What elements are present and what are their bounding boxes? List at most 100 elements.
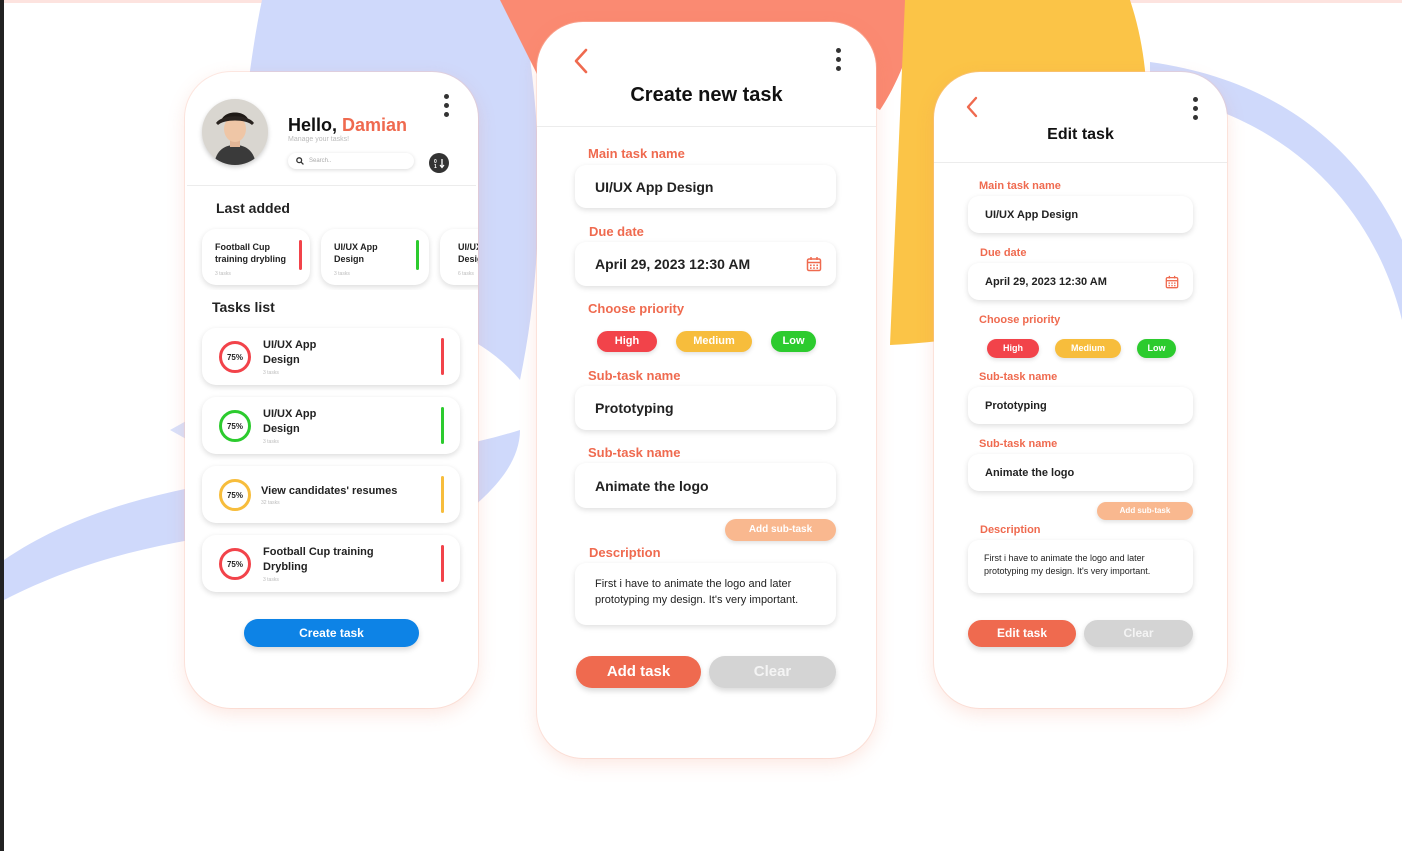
main-task-value: UI/UX App Design	[985, 208, 1079, 221]
sub-task-value: Animate the logo	[985, 466, 1075, 479]
task-row[interactable]: 75% UI/UX App Design 3 tasks	[202, 397, 460, 454]
task-row[interactable]: 75% Football Cup training Drybling 3 tas…	[202, 535, 460, 592]
priority-label: Choose priority	[588, 301, 685, 316]
task-priority-bar	[441, 407, 444, 444]
greeting-subtitle: Manage your tasks!	[288, 136, 350, 143]
page-title: Create new task	[630, 84, 783, 106]
sort-icon: 01	[434, 159, 445, 169]
home-screen: Hello, Damian Manage your tasks! Search.…	[185, 72, 478, 708]
create-task-screen: Create new task Main task name UI/UX App…	[537, 22, 876, 758]
last-added-card[interactable]: Football Cup training drybling 3 tasks	[202, 229, 310, 285]
sub-task-label: Sub-task name	[588, 445, 681, 460]
last-added-list: Football Cup training drybling 3 tasks U…	[185, 226, 478, 290]
task-count: 32 tasks	[261, 500, 280, 506]
create-task-button[interactable]: Create task	[244, 619, 419, 647]
card-title: UI/UX App Design	[334, 242, 378, 265]
sub-task-label: Sub-task name	[979, 438, 1058, 450]
due-date-field[interactable]: April 29, 2023 12:30 AM	[968, 263, 1193, 300]
sub-task-label: Sub-task name	[588, 368, 681, 383]
priority-label: Choose priority	[979, 314, 1061, 326]
search-placeholder: Search..	[309, 158, 332, 164]
priority-low-pill[interactable]: Low	[1137, 339, 1176, 358]
card-count: 6 tasks	[458, 271, 474, 277]
sort-button[interactable]: 01	[429, 153, 449, 173]
menu-kebab-icon[interactable]	[1193, 97, 1198, 120]
card-priority-bar	[416, 240, 419, 270]
task-count: 3 tasks	[263, 577, 279, 583]
task-row[interactable]: 75% UI/UX App Design 3 tasks	[202, 328, 460, 385]
sub-task-field[interactable]: Prototyping	[575, 386, 836, 430]
sub-task-value: Prototyping	[595, 400, 674, 416]
description-field[interactable]: First i have to animate the logo and lat…	[968, 540, 1193, 593]
avatar[interactable]	[202, 99, 268, 165]
greeting-text: Hello,	[288, 115, 338, 135]
edit-task-screen: Edit task Main task name UI/UX App Desig…	[934, 72, 1227, 708]
task-priority-bar	[441, 545, 444, 582]
last-added-card[interactable]: UI/UX App Design 3 tasks	[321, 229, 429, 285]
description-field[interactable]: First i have to animate the logo and lat…	[575, 563, 836, 625]
due-date-label: Due date	[980, 247, 1027, 259]
add-sub-task-button[interactable]: Add sub-task	[725, 519, 836, 541]
sub-task-field[interactable]: Prototyping	[968, 387, 1193, 424]
main-task-field[interactable]: UI/UX App Design	[968, 196, 1193, 233]
card-count: 3 tasks	[215, 271, 231, 277]
menu-kebab-icon[interactable]	[836, 48, 841, 71]
back-arrow-icon[interactable]	[573, 48, 589, 74]
description-value: First i have to animate the logo and lat…	[984, 553, 1151, 577]
task-priority-bar	[441, 476, 444, 513]
progress-ring: 75%	[219, 410, 251, 442]
card-title: Football Cup training drybling	[215, 242, 286, 265]
header-divider	[187, 185, 476, 186]
task-count: 3 tasks	[263, 439, 279, 445]
svg-text:1: 1	[434, 164, 437, 169]
search-input[interactable]: Search..	[288, 153, 414, 169]
task-priority-bar	[441, 338, 444, 375]
clear-button[interactable]: Clear	[709, 656, 836, 688]
search-icon	[296, 157, 304, 165]
header-divider	[537, 126, 876, 127]
calendar-icon[interactable]	[806, 256, 822, 272]
sub-task-field[interactable]: Animate the logo	[575, 463, 836, 508]
menu-kebab-icon[interactable]	[444, 94, 449, 117]
progress-ring: 75%	[219, 479, 251, 511]
sub-task-field[interactable]: Animate the logo	[968, 454, 1193, 491]
task-title: Football Cup training Drybling	[263, 546, 374, 573]
sub-task-value: Animate the logo	[595, 477, 709, 494]
main-task-value: UI/UX App Design	[595, 178, 714, 195]
add-task-button[interactable]: Add task	[576, 656, 701, 688]
priority-high-pill[interactable]: High	[987, 339, 1039, 358]
sub-task-label: Sub-task name	[979, 371, 1058, 383]
main-task-label: Main task name	[979, 180, 1061, 192]
due-date-value: April 29, 2023 12:30 AM	[595, 256, 751, 272]
calendar-icon[interactable]	[1165, 275, 1179, 289]
task-row[interactable]: 75% View candidates' resumes 32 tasks	[202, 466, 460, 523]
due-date-field[interactable]: April 29, 2023 12:30 AM	[575, 242, 836, 286]
greeting: Hello, Damian	[288, 115, 407, 136]
priority-medium-pill[interactable]: Medium	[1055, 339, 1121, 358]
priority-high-pill[interactable]: High	[597, 331, 657, 352]
progress-ring: 75%	[219, 548, 251, 580]
edit-task-button[interactable]: Edit task	[968, 620, 1076, 647]
task-title: UI/UX App Design	[263, 408, 317, 435]
description-value: First i have to animate the logo and lat…	[595, 578, 799, 606]
add-sub-task-button[interactable]: Add sub-task	[1097, 502, 1193, 520]
canvas: Hello, Damian Manage your tasks! Search.…	[0, 0, 1402, 851]
priority-medium-pill[interactable]: Medium	[676, 331, 752, 352]
user-name: Damian	[342, 115, 408, 135]
clear-button[interactable]: Clear	[1084, 620, 1193, 647]
task-title: View candidates' resumes	[261, 485, 398, 497]
main-task-field[interactable]: UI/UX App Design	[575, 165, 836, 208]
progress-ring: 75%	[219, 341, 251, 373]
sub-task-value: Prototyping	[985, 399, 1047, 412]
task-title: UI/UX App Design	[263, 339, 317, 366]
card-title: UI/UX App Design	[458, 242, 478, 265]
card-priority-bar	[299, 240, 302, 270]
due-date-value: April 29, 2023 12:30 AM	[985, 275, 1107, 288]
back-arrow-icon[interactable]	[965, 96, 979, 118]
last-added-title: Last added	[216, 200, 290, 216]
last-added-card[interactable]: UI/UX App Design 6 tasks	[440, 229, 478, 285]
description-label: Description	[980, 524, 1041, 536]
header-divider	[934, 162, 1227, 163]
page-title: Edit task	[1047, 126, 1114, 143]
priority-low-pill[interactable]: Low	[771, 331, 816, 352]
